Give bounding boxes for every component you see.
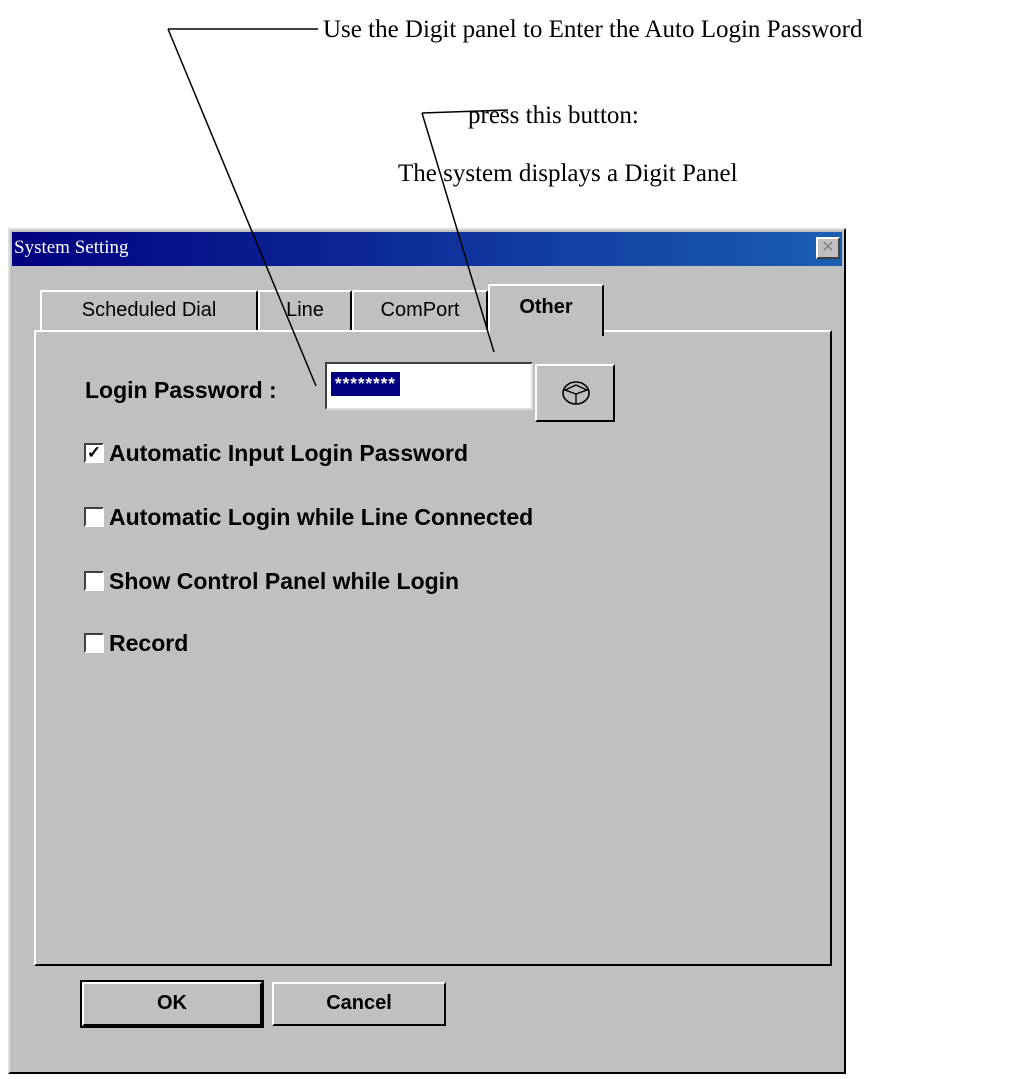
- checkbox-box[interactable]: ✓: [84, 443, 104, 463]
- ok-button[interactable]: OK: [80, 980, 264, 1028]
- tab-comport[interactable]: ComPort: [352, 290, 488, 332]
- cancel-button[interactable]: Cancel: [272, 982, 446, 1026]
- digit-panel-icon: [562, 381, 590, 405]
- close-icon: ✕: [821, 239, 835, 256]
- tab-scheduled-dial[interactable]: Scheduled Dial: [40, 290, 258, 332]
- annotation-digit-panel-displayed: The system displays a Digit Panel: [398, 160, 738, 187]
- title-bar[interactable]: System Setting ✕: [12, 232, 842, 266]
- checkbox-label: Automatic Login while Line Connected: [109, 504, 534, 530]
- annotation-digit-panel: Use the Digit panel to Enter the Auto Lo…: [323, 16, 863, 43]
- checkbox-box[interactable]: [84, 507, 104, 527]
- dialog-title: System Setting: [14, 237, 129, 258]
- tab-line[interactable]: Line: [258, 290, 352, 332]
- checkbox-box[interactable]: [84, 633, 104, 653]
- checkbox-box[interactable]: [84, 571, 104, 591]
- login-password-value: ********: [331, 372, 400, 396]
- checkbox-label: Record: [109, 630, 189, 656]
- tab-panel-other: Login Password : ******** ✓ Automatic In…: [34, 330, 832, 966]
- login-password-label: Login Password :: [85, 377, 277, 403]
- system-setting-dialog: System Setting ✕ Scheduled Dial Line Com…: [8, 228, 846, 1074]
- checkbox-label: Automatic Input Login Password: [109, 440, 469, 466]
- tab-other[interactable]: Other: [488, 284, 604, 336]
- login-password-input[interactable]: ********: [325, 362, 533, 410]
- digit-panel-button[interactable]: [535, 364, 615, 422]
- annotation-press-button: press this button:: [468, 102, 639, 129]
- checkbox-label: Show Control Panel while Login: [109, 568, 460, 594]
- close-button[interactable]: ✕: [816, 237, 840, 259]
